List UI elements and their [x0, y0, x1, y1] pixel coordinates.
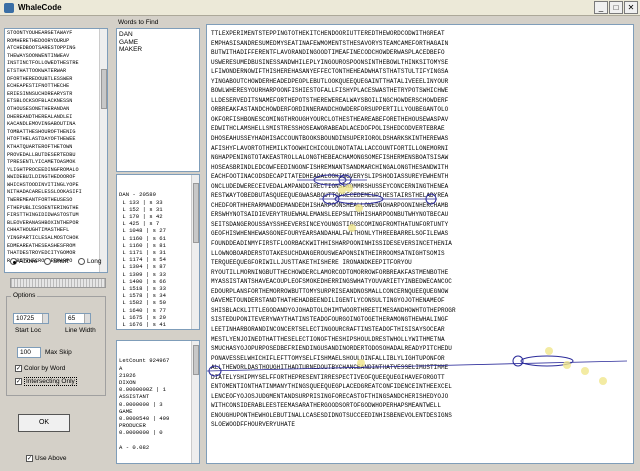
- source-line: ROMHERETHEDOORYOURUP: [7, 37, 70, 44]
- radio-short[interactable]: Short: [44, 258, 69, 265]
- words-to-find-box[interactable]: DAN GAME MAKER: [116, 28, 200, 172]
- check-icon[interactable]: ✓: [26, 455, 33, 462]
- source-line: DHEREANDTHEREALANDLEI: [7, 113, 73, 120]
- match-stats-text: DAN - 20589 L 133 | s 33 L 152 | s 31 L …: [119, 191, 166, 329]
- match-dot: [355, 204, 363, 212]
- counts-scrollbar[interactable]: [191, 341, 199, 463]
- match-dot: [345, 184, 353, 192]
- source-text-box[interactable]: STOONTYOUHEARGETAWAYF ROMHERETHEDOORYOURU…: [4, 28, 108, 273]
- source-line: INSTINCTFOLLOWEDTHESTRE: [7, 60, 79, 67]
- source-line: YINGPARTICLESALMOSTCHOK: [7, 235, 79, 242]
- source-line: OTHOUSESONETHERANDAN: [7, 105, 70, 112]
- minimize-icon[interactable]: _: [594, 1, 608, 14]
- source-line: CHHATHOUGHTIMASTHEFL: [7, 227, 70, 234]
- line-width-label: Line Width: [65, 327, 96, 334]
- radio-short-dot[interactable]: [44, 258, 51, 265]
- source-line: PROVEDALLBUTDESERTEDBU: [7, 151, 76, 158]
- source-line: WHICHSTOODINVITINGLYOPE: [7, 181, 79, 188]
- match-dot: [581, 367, 589, 375]
- close-icon[interactable]: ✕: [624, 1, 638, 14]
- stats-scroll-thumb[interactable]: [193, 183, 199, 243]
- match-dot: [348, 224, 356, 232]
- progress-slider[interactable]: [10, 278, 106, 288]
- source-line: TOMBATTHESHOUROFTHENIG: [7, 128, 76, 135]
- line-width-input[interactable]: 65: [65, 313, 91, 324]
- maximize-icon[interactable]: □: [609, 1, 623, 14]
- counts-scroll-thumb[interactable]: [193, 345, 199, 375]
- source-line: TPRESENTLYICAMETOASMOK: [7, 159, 76, 166]
- source-line: THATDESTROYEDCITYGOMOR: [7, 250, 76, 257]
- source-line: ERIESINNSUCHDREARYSTR: [7, 90, 73, 97]
- source-line: FTHEPUBLICSOENTERINGTHE: [7, 204, 79, 211]
- words-to-find-label: Words to Find: [118, 19, 159, 26]
- source-line: ECHEAPESTIFNOTTHECHE: [7, 83, 70, 90]
- check-icon[interactable]: ✓: [15, 378, 22, 385]
- source-line: ETSBLOCKSOFBLACKNESSN: [7, 98, 73, 105]
- letter-count-box[interactable]: LetCount 924967 A 21026 DIXON 0.0000000Z…: [116, 340, 200, 464]
- source-scrollbar[interactable]: [99, 29, 107, 272]
- app-icon: [4, 2, 14, 13]
- window-title: WhaleCode: [18, 3, 62, 12]
- source-line: ETSTHATTOOKWATERWAR: [7, 67, 67, 74]
- options-group: Options 10725 Start Loc 65 Line Width 10…: [6, 292, 106, 396]
- options-label: Options: [11, 292, 38, 299]
- use-above-checkbox[interactable]: ✓ Use Above: [26, 455, 66, 462]
- letter-count-text: LetCount 924967 A 21026 DIXON 0.0000000Z…: [119, 357, 170, 451]
- match-dot: [563, 361, 571, 369]
- source-line: STOONTYOUHEARGETAWAYF: [7, 30, 73, 36]
- match-dot: [338, 186, 346, 194]
- match-dot: [545, 347, 553, 355]
- ok-button[interactable]: OK: [18, 414, 70, 432]
- source-line: FIRSTTHINGIDIDWASTOSTUM: [7, 212, 79, 219]
- radio-above[interactable]: Above: [10, 258, 37, 265]
- window-controls: _ □ ✕: [594, 1, 638, 14]
- source-line: THEWAYSOONWENTINWEAV: [7, 52, 70, 59]
- match-stats-list[interactable]: DAN - 20589 L 133 | s 33 L 152 | s 31 L …: [116, 174, 200, 330]
- title-bar: WhaleCode _ □ ✕: [0, 0, 640, 16]
- radio-above-dot[interactable]: [10, 258, 17, 265]
- source-line: HTOFTHELASTDAYOFTHEWEE: [7, 136, 76, 143]
- radio-long-dot[interactable]: [78, 258, 85, 265]
- source-line: EDMEAREATHESEASHESFROM: [7, 242, 76, 249]
- source-line: DFORTHEREDOUBTLESSWER: [7, 75, 73, 82]
- source-line: YLIGHTPROCEEDINGFROMALO: [7, 166, 79, 173]
- color-by-word-checkbox[interactable]: ✓ Color by Word: [15, 365, 65, 372]
- source-line: KACANDLEMOVINGABOUTINA: [7, 121, 76, 128]
- start-loc-label: Start Loc: [15, 327, 42, 334]
- letter-grid[interactable]: TTLEXPERIMENTSTEPPINGTOTHEKITCHENDOORIUT…: [206, 24, 634, 464]
- source-line: TWEREMEANTFORTHEUSESO: [7, 197, 73, 204]
- start-loc-input[interactable]: 10725: [13, 313, 49, 324]
- word-item: MAKER: [119, 46, 143, 53]
- intersecting-only-checkbox[interactable]: ✓ Intersecting Only: [15, 377, 77, 386]
- word-item: DAN: [119, 31, 133, 38]
- match-highlights: [207, 174, 628, 385]
- stats-scrollbar[interactable]: [191, 175, 199, 329]
- radio-long[interactable]: Long: [78, 258, 101, 265]
- source-line: WWIDEBUILDINGTHEDOOROF: [7, 174, 76, 181]
- word-item: GAME: [119, 38, 139, 46]
- source-line: KTHATQUARTEROFTHETOWN: [7, 143, 73, 150]
- source-text-content: STOONTYOUHEARGETAWAYF ROMHERETHEDOORYOURU…: [7, 30, 105, 265]
- source-line: BLEOVERANASHBOXINTHEPOR: [7, 219, 79, 226]
- line-width-spin-icon[interactable]: [84, 314, 90, 323]
- source-line: ATCHEDBOOTSARESTOPPING: [7, 45, 76, 52]
- source-scroll-thumb[interactable]: [101, 69, 107, 109]
- source-line: NITHADACARELESSLOOKASIFI: [7, 189, 82, 196]
- check-icon[interactable]: ✓: [15, 365, 22, 372]
- max-skip-label: Max Skip: [45, 349, 72, 356]
- max-skip-input[interactable]: 100: [17, 347, 41, 358]
- match-dot: [599, 377, 607, 385]
- start-loc-spin-icon[interactable]: [42, 314, 48, 323]
- match-dot: [357, 359, 365, 367]
